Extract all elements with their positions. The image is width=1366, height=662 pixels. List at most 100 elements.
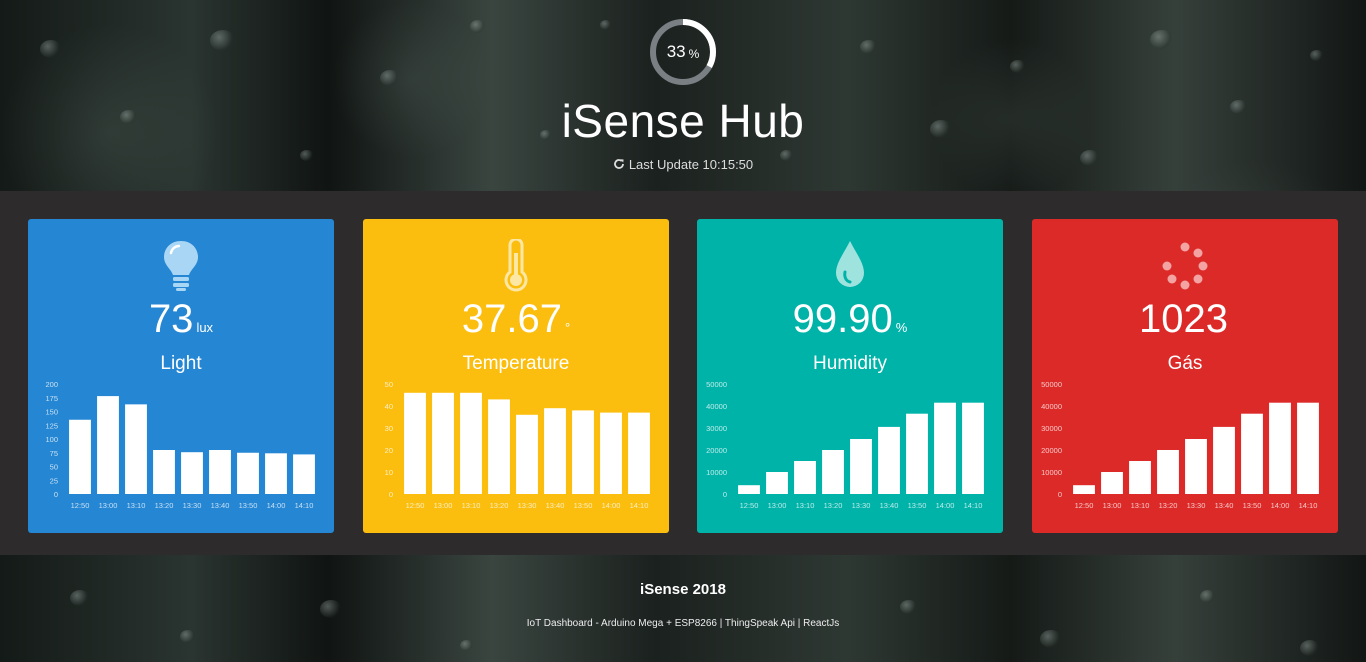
light-bar[interactable] <box>237 452 259 494</box>
refresh-icon[interactable] <box>613 158 625 170</box>
humidity-card: 99.90% Humidity 0 10000 20000 30000 40000 500… <box>697 219 1003 533</box>
temperature-xtick-label: 13:10 <box>462 501 481 510</box>
temperature-ytick-label: 20 <box>385 446 393 455</box>
humidity-bar[interactable] <box>878 426 900 494</box>
gas-bar[interactable] <box>1269 402 1291 494</box>
thermometer-icon <box>363 239 669 295</box>
light-label: Light <box>160 353 202 374</box>
progress-value: 33 <box>666 42 686 61</box>
temperature-bar[interactable] <box>544 408 566 494</box>
gas-ytick-label: 30000 <box>1041 424 1062 433</box>
humidity-xtick-label: 13:20 <box>824 501 843 510</box>
gas-xtick-label: 12:50 <box>1075 501 1094 510</box>
page-title: iSense Hub <box>561 95 805 147</box>
gas-bar[interactable] <box>1129 461 1151 494</box>
light-ytick-label: 175 <box>45 394 58 403</box>
humidity-xtick-label: 13:50 <box>908 501 927 510</box>
temperature-bar[interactable] <box>572 410 594 494</box>
temperature-bar[interactable] <box>628 412 650 494</box>
temperature-chart: 0 10 20 30 40 50 12:50 13:00 13:10 13:20 13:30 13:4… <box>385 380 650 510</box>
gas-bar[interactable] <box>1213 426 1235 494</box>
gas-xtick-label: 13:30 <box>1187 501 1206 510</box>
gas-value-number: 1023 <box>1139 297 1228 341</box>
progress-label: 33% <box>649 18 717 86</box>
light-bar[interactable] <box>293 454 315 494</box>
light-bar[interactable] <box>265 453 287 494</box>
temperature-label: Temperature <box>462 353 570 374</box>
temperature-bar[interactable] <box>460 392 482 494</box>
humidity-label: Humidity <box>813 353 887 374</box>
humidity-bar[interactable] <box>766 472 788 494</box>
humidity-bar[interactable] <box>906 413 928 494</box>
temperature-bar[interactable] <box>432 392 454 494</box>
light-xtick-label: 13:40 <box>211 501 230 510</box>
humidity-chart: 0 10000 20000 30000 40000 50000 12:50 13:00 13:1… <box>706 380 984 510</box>
gas-chart: 0 10000 20000 30000 40000 50000 12:50 13:00 13:1… <box>1041 380 1319 510</box>
light-bar[interactable] <box>181 452 203 494</box>
humidity-xtick-label: 14:10 <box>964 501 983 510</box>
light-xtick-label: 14:00 <box>267 501 286 510</box>
light-value-number: 73 <box>148 297 194 341</box>
light-bar[interactable] <box>125 404 147 494</box>
temperature-xtick-label: 14:00 <box>602 501 621 510</box>
humidity-bar[interactable] <box>822 450 844 494</box>
temperature-bar[interactable] <box>488 399 510 494</box>
temperature-xtick-label: 13:20 <box>490 501 509 510</box>
light-bar[interactable] <box>153 450 175 494</box>
temperature-value-number: 37.67 <box>461 297 562 341</box>
light-ytick-label: 125 <box>45 421 58 430</box>
light-unit: lux <box>196 320 214 335</box>
humidity-ytick-label: 20000 <box>706 446 727 455</box>
temperature-xtick-label: 13:40 <box>546 501 565 510</box>
gas-bar[interactable] <box>1073 485 1095 494</box>
gas-bar[interactable] <box>1185 439 1207 494</box>
light-ytick-label: 200 <box>45 380 58 389</box>
gas-bar[interactable] <box>1241 413 1263 494</box>
light-bar[interactable] <box>69 419 91 494</box>
humidity-xtick-label: 13:10 <box>796 501 815 510</box>
temperature-xtick-label: 14:10 <box>630 501 649 510</box>
humidity-unit: % <box>895 320 908 335</box>
temperature-ytick-label: 10 <box>385 468 393 477</box>
light-xtick-label: 13:20 <box>155 501 174 510</box>
humidity-xtick-label: 14:00 <box>936 501 955 510</box>
humidity-ytick-label: 50000 <box>706 380 727 389</box>
humidity-bar[interactable] <box>934 402 956 494</box>
progress-unit: % <box>688 46 700 61</box>
humidity-ytick-label: 0 <box>723 490 727 499</box>
gas-bar[interactable] <box>1297 402 1319 494</box>
temperature-card: 37.67 ° Temperature 0 10 20 30 40 50 12:50 13:00… <box>363 219 669 533</box>
gas-xtick-label: 14:00 <box>1271 501 1290 510</box>
temperature-xtick-label: 13:30 <box>518 501 537 510</box>
humidity-bar[interactable] <box>850 439 872 494</box>
light-bar[interactable] <box>97 396 119 494</box>
gas-bar[interactable] <box>1157 450 1179 494</box>
gas-ytick-label: 10000 <box>1041 468 1062 477</box>
gas-value: 1023 <box>1032 297 1338 350</box>
gas-ytick-label: 20000 <box>1041 446 1062 455</box>
light-ytick-label: 50 <box>50 463 58 472</box>
humidity-ytick-label: 10000 <box>706 468 727 477</box>
light-xtick-label: 14:10 <box>295 501 314 510</box>
temperature-bar[interactable] <box>600 412 622 494</box>
footer-subtitle: IoT Dashboard - Arduino Mega + ESP8266 |… <box>526 618 840 629</box>
light-ytick-label: 150 <box>45 408 58 417</box>
light-ytick-label: 75 <box>50 449 58 458</box>
temperature-bar[interactable] <box>516 414 538 494</box>
temperature-xtick-label: 13:00 <box>434 501 453 510</box>
humidity-bar[interactable] <box>794 461 816 494</box>
temperature-unit: ° <box>564 320 571 335</box>
light-xtick-label: 13:00 <box>99 501 118 510</box>
gas-bar[interactable] <box>1101 472 1123 494</box>
temperature-ytick-label: 30 <box>385 424 393 433</box>
light-bar[interactable] <box>209 450 231 494</box>
light-xtick-label: 12:50 <box>71 501 90 510</box>
last-update-text: Last Update 10:15:50 <box>628 157 754 172</box>
spinner-icon <box>1032 239 1338 295</box>
temperature-bar[interactable] <box>404 392 426 494</box>
gas-label: Gás <box>1167 353 1203 374</box>
light-chart: 0 25 50 75 100 125 150 175 200 12:50 13:00 13:10 13:… <box>45 380 315 510</box>
humidity-bar[interactable] <box>738 485 760 494</box>
humidity-bar[interactable] <box>962 402 984 494</box>
header: 33% iSense Hub Last Update 10:15:50 <box>0 0 1366 191</box>
